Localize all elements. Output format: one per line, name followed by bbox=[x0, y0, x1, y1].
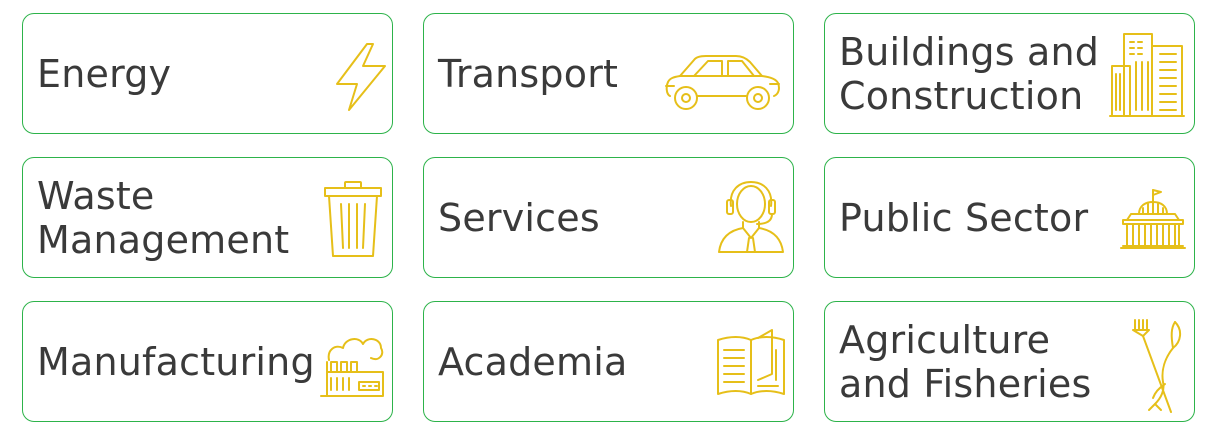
lightning-bolt-icon bbox=[333, 42, 389, 112]
factory-icon bbox=[319, 322, 385, 402]
sector-label-manufacturing: Manufacturing bbox=[37, 339, 315, 384]
sector-label-buildings: Buildings and Construction bbox=[839, 29, 1100, 118]
sector-tile-waste[interactable]: Waste Management bbox=[22, 157, 393, 278]
sector-label-transport: Transport bbox=[438, 51, 619, 96]
sector-tile-agriculture[interactable]: Agriculture and Fisheries bbox=[824, 301, 1195, 422]
sector-tile-energy[interactable]: Energy bbox=[22, 13, 393, 134]
sector-tile-manufacturing[interactable]: Manufacturing bbox=[22, 301, 393, 422]
headset-agent-icon bbox=[717, 180, 785, 254]
fork-and-fish-icon bbox=[1131, 318, 1185, 414]
sector-label-energy: Energy bbox=[37, 51, 172, 96]
open-book-icon bbox=[714, 328, 788, 398]
parliament-building-icon bbox=[1119, 188, 1187, 250]
sector-label-agriculture: Agriculture and Fisheries bbox=[839, 317, 1092, 406]
sector-tile-transport[interactable]: Transport bbox=[423, 13, 794, 134]
sector-label-academia: Academia bbox=[438, 339, 628, 384]
trash-bin-icon bbox=[321, 180, 385, 258]
sector-label-services: Services bbox=[438, 195, 600, 240]
office-buildings-icon bbox=[1108, 32, 1186, 118]
sector-label-public-sector: Public Sector bbox=[839, 195, 1089, 240]
sector-tile-public-sector[interactable]: Public Sector bbox=[824, 157, 1195, 278]
sector-label-waste: Waste Management bbox=[37, 173, 290, 262]
sector-tile-buildings[interactable]: Buildings and Construction bbox=[824, 13, 1195, 134]
car-icon bbox=[662, 52, 784, 118]
sector-tile-academia[interactable]: Academia bbox=[423, 301, 794, 422]
sector-tile-services[interactable]: Services bbox=[423, 157, 794, 278]
